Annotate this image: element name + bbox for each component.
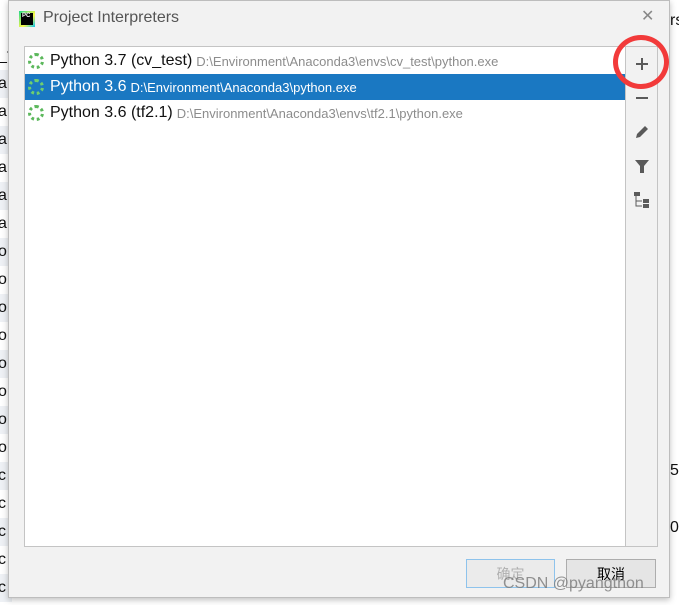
tree-icon[interactable] <box>626 185 657 215</box>
project-interpreters-dialog: PC Project Interpreters ✕ Python 3.7 (cv… <box>8 0 670 598</box>
pycharm-logo-icon: PC <box>19 11 35 27</box>
interpreter-path: D:\Environment\Anaconda3\python.exe <box>130 79 357 95</box>
python-interpreter-icon <box>28 105 44 121</box>
dialog-title: Project Interpreters <box>43 9 180 26</box>
interpreter-row[interactable]: Python 3.7 (cv_test) D:\Environment\Anac… <box>25 48 626 74</box>
interpreter-row[interactable]: Python 3.6 (tf2.1) D:\Environment\Anacon… <box>25 100 626 126</box>
interpreter-name: Python 3.6 (tf2.1) <box>50 104 173 121</box>
python-interpreter-icon <box>28 79 44 95</box>
interpreter-name: Python 3.6 <box>50 78 127 95</box>
pencil-icon[interactable] <box>626 117 657 147</box>
background-fragment: 0 <box>670 519 679 536</box>
interpreter-toolbar <box>625 46 658 547</box>
plus-icon[interactable] <box>626 49 657 79</box>
interpreter-path: D:\Environment\Anaconda3\envs\cv_test\py… <box>196 53 499 69</box>
background-fragment: rs <box>670 12 679 29</box>
filter-icon[interactable] <box>626 151 657 181</box>
interpreter-name: Python 3.7 (cv_test) <box>50 52 193 69</box>
background-fragment: 5 <box>670 462 679 479</box>
minus-icon[interactable] <box>626 83 657 113</box>
interpreter-path: D:\Environment\Anaconda3\envs\tf2.1\pyth… <box>176 105 463 121</box>
interpreter-list[interactable]: Python 3.7 (cv_test) D:\Environment\Anac… <box>24 46 626 547</box>
watermark: CSDN @pyangthon <box>503 575 644 592</box>
python-interpreter-icon <box>28 53 44 69</box>
interpreter-row-selected[interactable]: Python 3.6 D:\Environment\Anaconda3\pyth… <box>25 74 626 100</box>
close-icon[interactable]: ✕ <box>641 6 654 26</box>
